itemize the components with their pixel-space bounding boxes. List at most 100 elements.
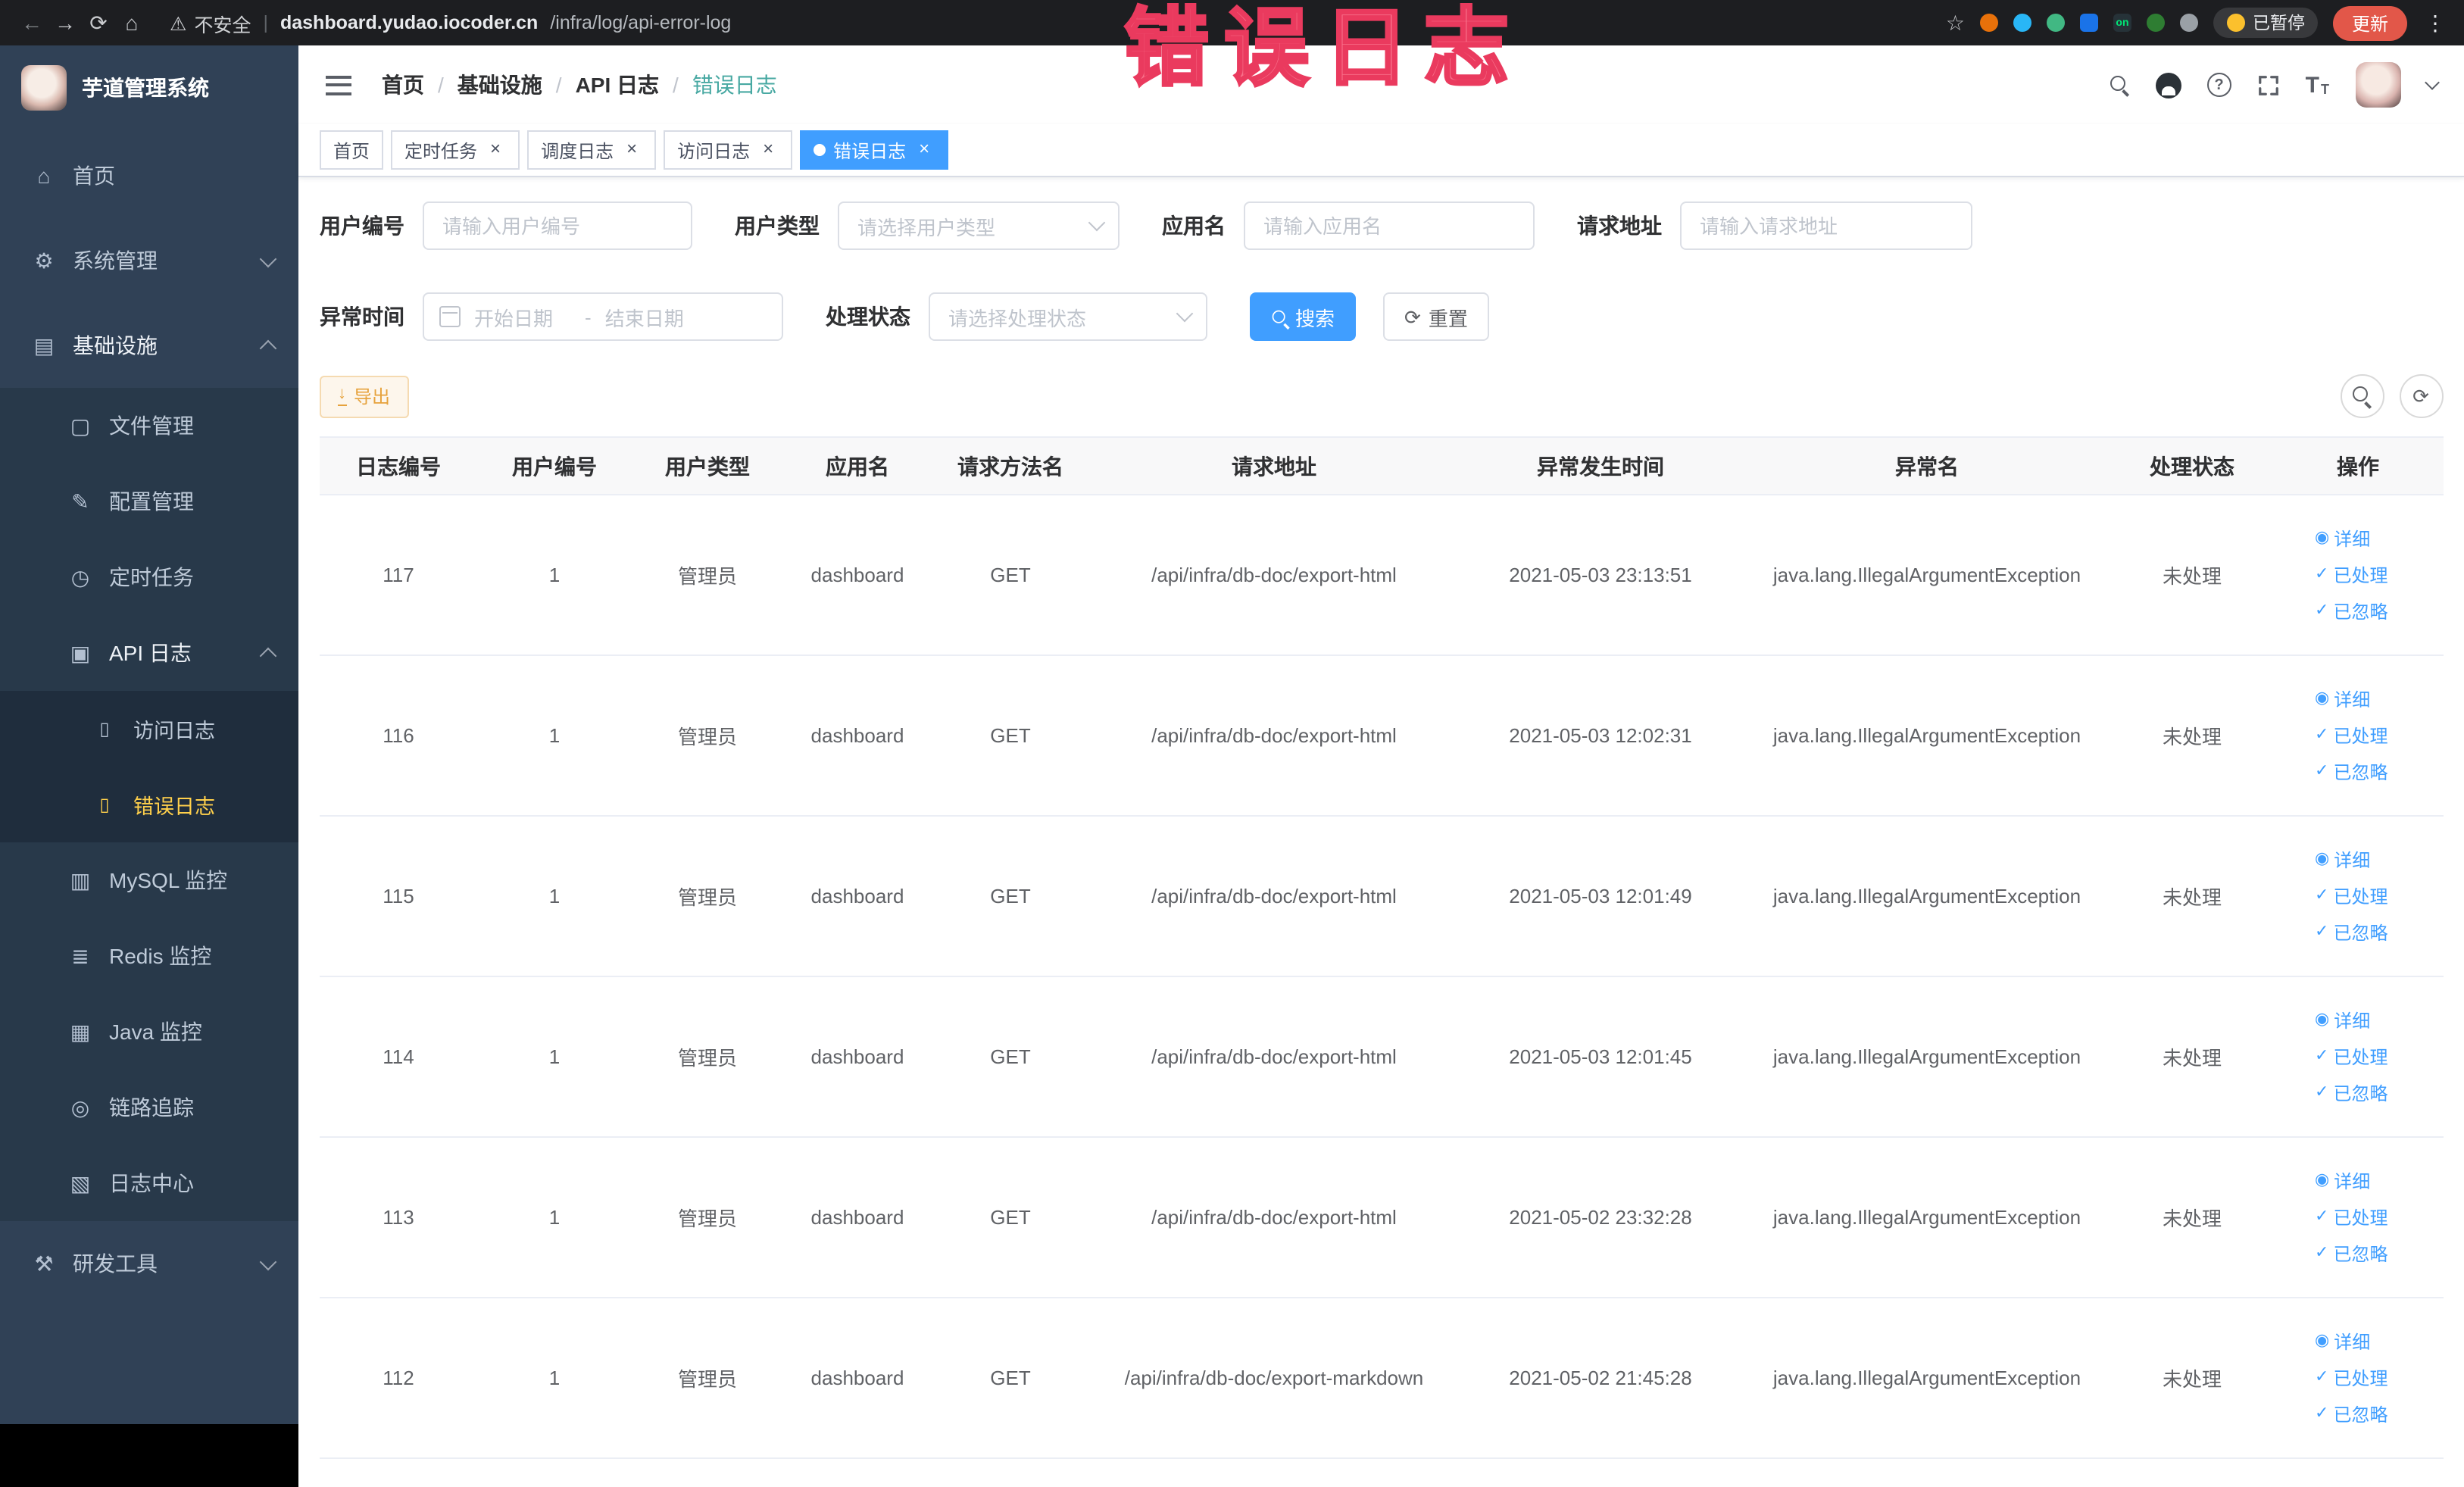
paused-badge[interactable]: 已暂停 (2213, 8, 2319, 38)
sidebar-item-label: API 日志 (109, 641, 192, 665)
processed-link[interactable]: ✓ 已处理 (2315, 878, 2437, 914)
extension-icon[interactable] (1979, 14, 1998, 32)
extension-icon[interactable] (2079, 14, 2098, 32)
sidebar-item-access-log[interactable]: ▯ 访问日志 (0, 691, 298, 767)
filter-label: 异常时间 (320, 305, 404, 329)
tab-home[interactable]: 首页 (320, 130, 384, 170)
search-button[interactable]: 搜索 (1250, 292, 1357, 341)
tab-access-log[interactable]: 访问日志 × (664, 130, 793, 170)
request-url-input[interactable] (1680, 201, 1972, 250)
toggle-search-button[interactable] (2340, 374, 2384, 418)
reset-button[interactable]: ⟳ 重置 (1383, 292, 1489, 341)
font-size-icon[interactable]: TT (2306, 73, 2329, 96)
extension-icon[interactable] (2013, 14, 2031, 32)
sidebar-item-home[interactable]: ⌂ 首页 (0, 133, 298, 218)
export-button[interactable]: ↓ 导出 (320, 375, 409, 417)
chrome-update-button[interactable]: 更新 (2333, 5, 2406, 40)
ignored-link[interactable]: ✓ 已忽略 (2315, 754, 2437, 790)
search-icon (1272, 309, 1287, 324)
url-host: dashboard.yudao.iocoder.cn (280, 12, 539, 33)
sidebar-item-trace[interactable]: ◎ 链路追踪 (0, 1070, 298, 1145)
extension-icon[interactable] (2146, 14, 2165, 32)
user-id-input[interactable] (423, 201, 692, 250)
detail-link[interactable]: ◉ 详细 (2315, 842, 2437, 878)
cell-request-url: /api/infra/db-doc/export-html (1089, 495, 1459, 656)
sidebar-item-java[interactable]: ▦ Java 监控 (0, 994, 298, 1070)
sidebar-item-job[interactable]: ◷ 定时任务 (0, 539, 298, 615)
cell-request-url: /api/infra/db-doc/export-html (1089, 655, 1459, 817)
sidebar-item-system[interactable]: ⚙ 系统管理 (0, 218, 298, 303)
ignored-link[interactable]: ✓ 已忽略 (2315, 593, 2437, 629)
table-row: 114 1 管理员 dashboard GET /api/infra/db-do… (320, 976, 2444, 1138)
home-button[interactable]: ⌂ (115, 11, 148, 35)
tab-error-log[interactable]: 错误日志 × (800, 130, 949, 170)
ignored-link[interactable]: ✓ 已忽略 (2315, 1236, 2437, 1272)
tab-job[interactable]: 定时任务 × (391, 130, 520, 170)
cell-user-type: 管理员 (632, 1298, 783, 1459)
github-icon[interactable] (2155, 72, 2181, 98)
sidebar-item-log-center[interactable]: ▧ 日志中心 (0, 1145, 298, 1221)
date-separator: - (585, 305, 592, 328)
cell-exception-time: 2021-05-02 23:32:28 (1459, 1137, 1742, 1298)
user-type-select[interactable]: 请选择用户类型 (838, 201, 1120, 250)
avatar[interactable] (2355, 62, 2400, 108)
processed-link[interactable]: ✓ 已处理 (2315, 1360, 2437, 1396)
sidebar-item-dev-tools[interactable]: ⚒ 研发工具 (0, 1221, 298, 1306)
sidebar-item-mysql[interactable]: ▥ MySQL 监控 (0, 842, 298, 918)
chrome-menu-icon[interactable]: ⋮ (2422, 10, 2449, 36)
tab-schedule-log[interactable]: 调度日志 × (527, 130, 657, 170)
close-icon[interactable]: × (485, 139, 506, 161)
sidebar-item-file[interactable]: ▢ 文件管理 (0, 388, 298, 464)
extension-icon[interactable] (2046, 14, 2065, 32)
reload-button[interactable]: ⟳ (82, 10, 115, 36)
close-icon[interactable]: × (757, 139, 779, 161)
close-icon[interactable]: × (913, 139, 935, 161)
ignored-link[interactable]: ✓ 已忽略 (2315, 1075, 2437, 1111)
extension-icon[interactable]: on (2113, 14, 2131, 32)
ignored-link[interactable]: ✓ 已忽略 (2315, 1396, 2437, 1432)
breadcrumb-item[interactable]: API 日志 (576, 70, 659, 100)
search-icon[interactable] (2110, 75, 2130, 95)
table-body: 117 1 管理员 dashboard GET /api/infra/db-do… (320, 495, 2444, 1459)
sidebar-item-config[interactable]: ✎ 配置管理 (0, 464, 298, 539)
processed-link[interactable]: ✓ 已处理 (2315, 1199, 2437, 1236)
chevron-down-icon[interactable] (2424, 75, 2439, 90)
process-status-select[interactable]: 请选择处理状态 (929, 292, 1207, 341)
cell-user-id: 1 (477, 1137, 632, 1298)
app-logo-row[interactable]: 芋道管理系统 (0, 45, 298, 130)
app-name-input[interactable] (1244, 201, 1535, 250)
filter-request-url: 请求地址 (1577, 201, 1972, 250)
detail-link[interactable]: ◉ 详细 (2315, 681, 2437, 717)
processed-link[interactable]: ✓ 已处理 (2315, 1039, 2437, 1075)
address-bar[interactable]: ⚠ 不安全 | dashboard.yudao.iocoder.cn/infra… (170, 8, 1946, 37)
detail-link[interactable]: ◉ 详细 (2315, 520, 2437, 557)
sidebar-item-error-log[interactable]: ▯ 错误日志 (0, 767, 298, 842)
help-icon[interactable]: ? (2206, 73, 2231, 97)
detail-link[interactable]: ◉ 详细 (2315, 1002, 2437, 1039)
detail-link[interactable]: ◉ 详细 (2315, 1163, 2437, 1199)
close-icon[interactable]: × (621, 139, 642, 161)
sidebar-item-api-log[interactable]: ▣ API 日志 (0, 615, 298, 691)
security-status[interactable]: ⚠ 不安全 (170, 8, 251, 37)
refresh-button[interactable]: ⟳ (2399, 374, 2443, 418)
fullscreen-icon[interactable] (2257, 73, 2280, 96)
extensions-puzzle-icon[interactable] (2179, 14, 2198, 32)
app-title: 芋道管理系统 (82, 76, 209, 100)
ignored-link[interactable]: ✓ 已忽略 (2315, 914, 2437, 951)
check-icon: ✓ (2315, 1404, 2329, 1423)
processed-link[interactable]: ✓ 已处理 (2315, 557, 2437, 593)
sidebar-item-label: 定时任务 (109, 565, 194, 589)
bookmark-star-icon[interactable]: ☆ (1946, 10, 1965, 36)
sidebar-item-redis[interactable]: ≣ Redis 监控 (0, 918, 298, 994)
processed-link[interactable]: ✓ 已处理 (2315, 717, 2437, 754)
cell-exception-name: java.lang.IllegalArgumentException (1742, 655, 2112, 817)
back-button[interactable]: ← (15, 11, 48, 35)
breadcrumb-item[interactable]: 基础设施 (458, 70, 542, 100)
cell-exception-name: java.lang.IllegalArgumentException (1742, 1137, 2112, 1298)
detail-link[interactable]: ◉ 详细 (2315, 1323, 2437, 1360)
hamburger-icon[interactable] (326, 75, 351, 95)
forward-button[interactable]: → (48, 11, 82, 35)
sidebar-item-infra[interactable]: ▤ 基础设施 (0, 303, 298, 388)
date-range-picker[interactable]: 开始日期 - 结束日期 (423, 292, 783, 341)
breadcrumb-item[interactable]: 首页 (382, 70, 424, 100)
